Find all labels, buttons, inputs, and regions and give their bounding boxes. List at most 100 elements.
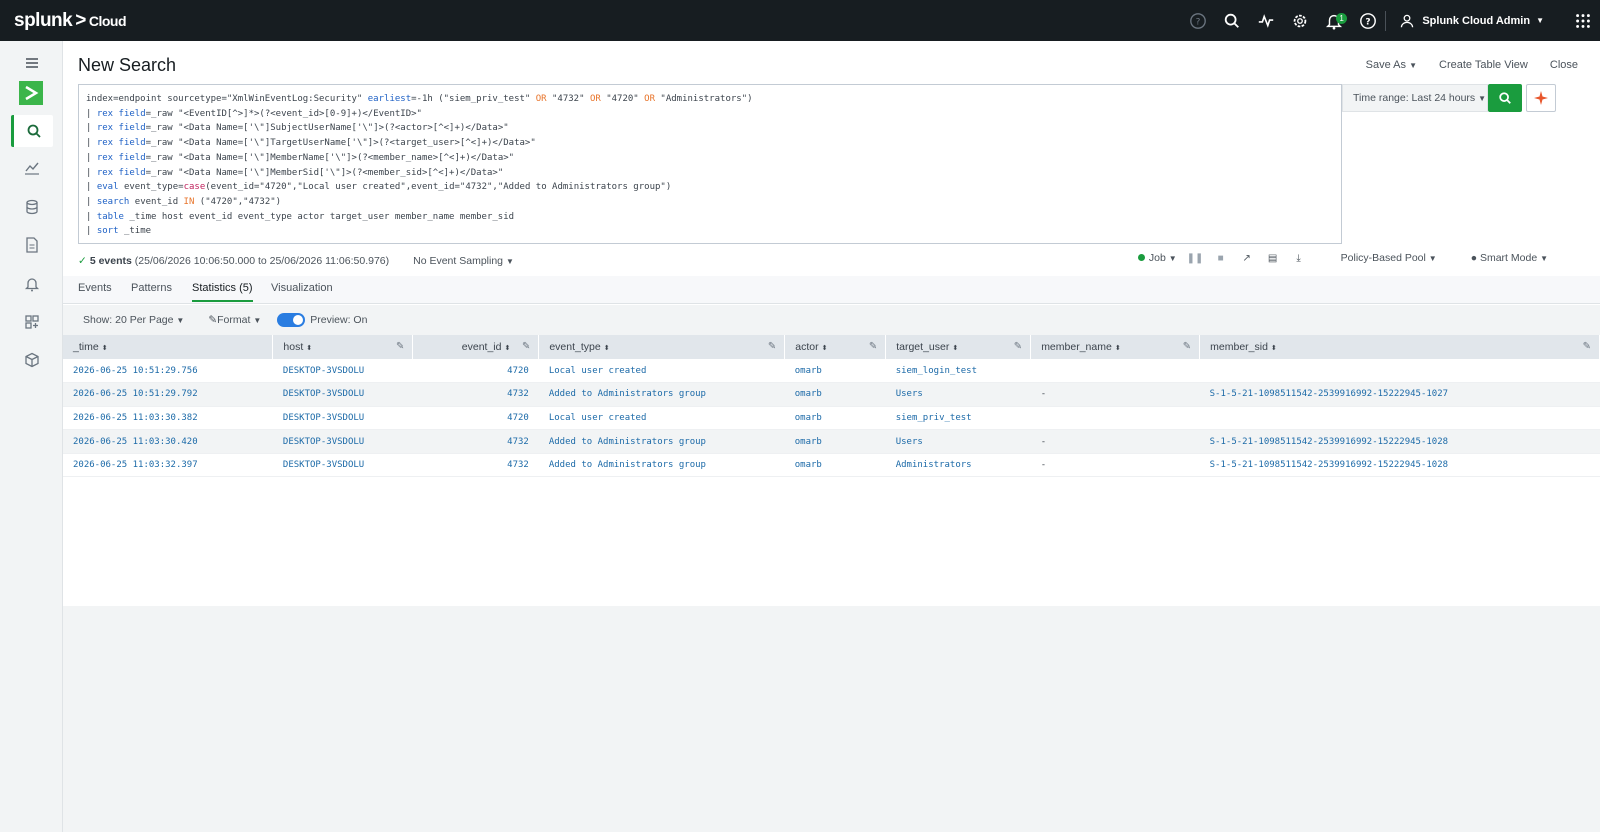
cell-member-sid[interactable]: S-1-5-21-1098511542-2539916992-15222945-… <box>1199 429 1600 454</box>
column-header-host[interactable]: host ⬍ ✎ <box>272 335 414 359</box>
cell-event-type[interactable]: Added to Administrators group <box>538 429 785 454</box>
cell-time[interactable]: 2026-06-25 11:03:30.382 <box>63 406 273 431</box>
print-icon[interactable]: ▤ <box>1265 253 1281 264</box>
cell-event-type[interactable]: Local user created <box>538 359 785 384</box>
search-icon[interactable] <box>1215 0 1249 41</box>
search-button[interactable] <box>1488 84 1522 112</box>
nav-document-icon[interactable] <box>11 229 53 261</box>
gear-icon[interactable] <box>1283 0 1317 41</box>
cell-target-user[interactable]: siem_priv_test <box>885 406 1031 431</box>
pencil-icon[interactable]: ✎ <box>1583 341 1591 352</box>
cell-actor[interactable]: omarb <box>784 382 886 407</box>
question-circle-icon[interactable]: ? <box>1181 0 1215 41</box>
sort-icon[interactable]: ⬍ <box>1271 345 1277 352</box>
pencil-icon[interactable]: ✎ <box>396 341 404 352</box>
column-header-event-id[interactable]: event_id ⬍ ✎ <box>412 335 540 359</box>
tab-events[interactable]: Events <box>78 282 112 300</box>
cell-member-name[interactable]: - <box>1030 453 1200 478</box>
pencil-icon[interactable]: ✎ <box>1183 341 1191 352</box>
per-page-dropdown[interactable]: Show: 20 Per Page ▼ <box>83 314 184 326</box>
sort-icon[interactable]: ⬍ <box>952 345 958 352</box>
format-dropdown[interactable]: ✎Format ▼ <box>208 314 261 326</box>
tab-visualization[interactable]: Visualization <box>271 282 333 300</box>
save-as-menu[interactable]: Save As ▼ <box>1366 59 1417 71</box>
search-app-logo[interactable] <box>19 81 43 105</box>
bell-icon[interactable]: 1 <box>1317 0 1351 41</box>
cell-time[interactable]: 2026-06-25 10:51:29.756 <box>63 359 273 384</box>
cell-time[interactable]: 2026-06-25 10:51:29.792 <box>63 382 273 407</box>
cell-member-name[interactable]: - <box>1030 382 1200 407</box>
nav-dashboard-icon[interactable] <box>11 306 53 338</box>
pool-dropdown[interactable]: Policy-Based Pool ▼ <box>1341 252 1437 264</box>
search-query-editor[interactable]: index=endpoint sourcetype="XmlWinEventLo… <box>78 84 1342 244</box>
cell-member-sid[interactable]: S-1-5-21-1098511542-2539916992-15222945-… <box>1199 382 1600 407</box>
preview-toggle[interactable] <box>277 313 306 327</box>
nav-cube-icon[interactable] <box>11 344 53 376</box>
sort-icon[interactable]: ⬍ <box>604 345 610 352</box>
cell-target-user[interactable]: Administrators <box>885 453 1031 478</box>
pencil-icon[interactable]: ✎ <box>768 341 776 352</box>
stop-icon[interactable]: ■ <box>1213 253 1229 264</box>
cell-time[interactable]: 2026-06-25 11:03:32.397 <box>63 453 273 478</box>
cell-target-user[interactable]: siem_login_test <box>885 359 1031 384</box>
column-header-time[interactable]: _time ⬍ <box>63 335 274 359</box>
help-icon[interactable]: ? <box>1351 0 1385 41</box>
nav-alert-bell-icon[interactable] <box>11 268 53 300</box>
nav-search-icon[interactable] <box>11 115 53 147</box>
pencil-icon[interactable]: ✎ <box>869 341 877 352</box>
cell-actor[interactable]: omarb <box>784 453 886 478</box>
cell-host[interactable]: DESKTOP-3VSDOLU <box>272 429 413 454</box>
cell-event-id[interactable]: 4720 <box>412 359 539 384</box>
menu-icon[interactable] <box>11 47 53 79</box>
share-icon[interactable]: ↗ <box>1239 253 1255 264</box>
create-table-view-link[interactable]: Create Table View <box>1439 59 1528 71</box>
column-header-target-user[interactable]: target_user ⬍ ✎ <box>885 335 1032 359</box>
pencil-icon[interactable]: ✎ <box>522 341 530 352</box>
nav-chart-icon[interactable] <box>11 152 53 184</box>
ai-assistant-button[interactable] <box>1526 84 1556 112</box>
sort-icon[interactable]: ⬍ <box>504 345 510 352</box>
cell-event-id[interactable]: 4720 <box>412 406 539 431</box>
column-header-event-type[interactable]: event_type ⬍ ✎ <box>538 335 786 359</box>
close-link[interactable]: Close <box>1550 59 1578 71</box>
cell-event-type[interactable]: Added to Administrators group <box>538 453 785 478</box>
user-menu[interactable]: Splunk Cloud Admin ▼ <box>1385 10 1552 31</box>
export-icon[interactable]: ⤓ <box>1291 253 1307 264</box>
time-range-picker[interactable]: Time range: Last 24 hours ▼ <box>1342 84 1488 112</box>
cell-actor[interactable]: omarb <box>784 359 886 384</box>
splunk-logo[interactable]: splunk > Cloud <box>14 10 127 32</box>
tab-patterns[interactable]: Patterns <box>131 282 172 300</box>
cell-host[interactable]: DESKTOP-3VSDOLU <box>272 453 413 478</box>
sort-icon[interactable]: ⬍ <box>306 345 312 352</box>
cell-member-sid[interactable]: S-1-5-21-1098511542-2539916992-15222945-… <box>1199 453 1600 478</box>
pause-icon[interactable]: ❚❚ <box>1187 253 1204 264</box>
sort-icon[interactable]: ⬍ <box>822 345 828 352</box>
tab-statistics[interactable]: Statistics (5) <box>192 282 253 302</box>
cell-event-type[interactable]: Local user created <box>538 406 785 431</box>
cell-host[interactable]: DESKTOP-3VSDOLU <box>272 382 413 407</box>
sort-icon[interactable]: ⬍ <box>102 345 108 352</box>
cell-event-id[interactable]: 4732 <box>412 453 539 478</box>
job-menu[interactable]: Job ▼ <box>1137 252 1177 264</box>
cell-member-name[interactable]: - <box>1030 429 1200 454</box>
cell-actor[interactable]: omarb <box>784 406 886 431</box>
cell-event-id[interactable]: 4732 <box>412 429 539 454</box>
cell-target-user[interactable]: Users <box>885 429 1031 454</box>
search-mode-dropdown[interactable]: ● Smart Mode ▼ <box>1471 252 1548 264</box>
cell-event-type[interactable]: Added to Administrators group <box>538 382 785 407</box>
column-header-member-name[interactable]: member_name ⬍ ✎ <box>1030 335 1201 359</box>
event-sampling-dropdown[interactable]: No Event Sampling ▼ <box>413 255 514 267</box>
sort-icon[interactable]: ⬍ <box>1115 345 1121 352</box>
column-header-member-sid[interactable]: member_sid ⬍ ✎ <box>1199 335 1600 359</box>
cell-target-user[interactable]: Users <box>885 382 1031 407</box>
cell-event-id[interactable]: 4732 <box>412 382 539 407</box>
column-header-actor[interactable]: actor ⬍ ✎ <box>784 335 887 359</box>
cell-actor[interactable]: omarb <box>784 429 886 454</box>
nav-database-icon[interactable] <box>11 191 53 223</box>
pencil-icon[interactable]: ✎ <box>1014 341 1022 352</box>
cell-host[interactable]: DESKTOP-3VSDOLU <box>272 359 413 384</box>
cell-time[interactable]: 2026-06-25 11:03:30.420 <box>63 429 273 454</box>
cell-host[interactable]: DESKTOP-3VSDOLU <box>272 406 413 431</box>
activity-icon[interactable] <box>1249 0 1283 41</box>
grid-apps-icon[interactable] <box>1566 0 1600 41</box>
